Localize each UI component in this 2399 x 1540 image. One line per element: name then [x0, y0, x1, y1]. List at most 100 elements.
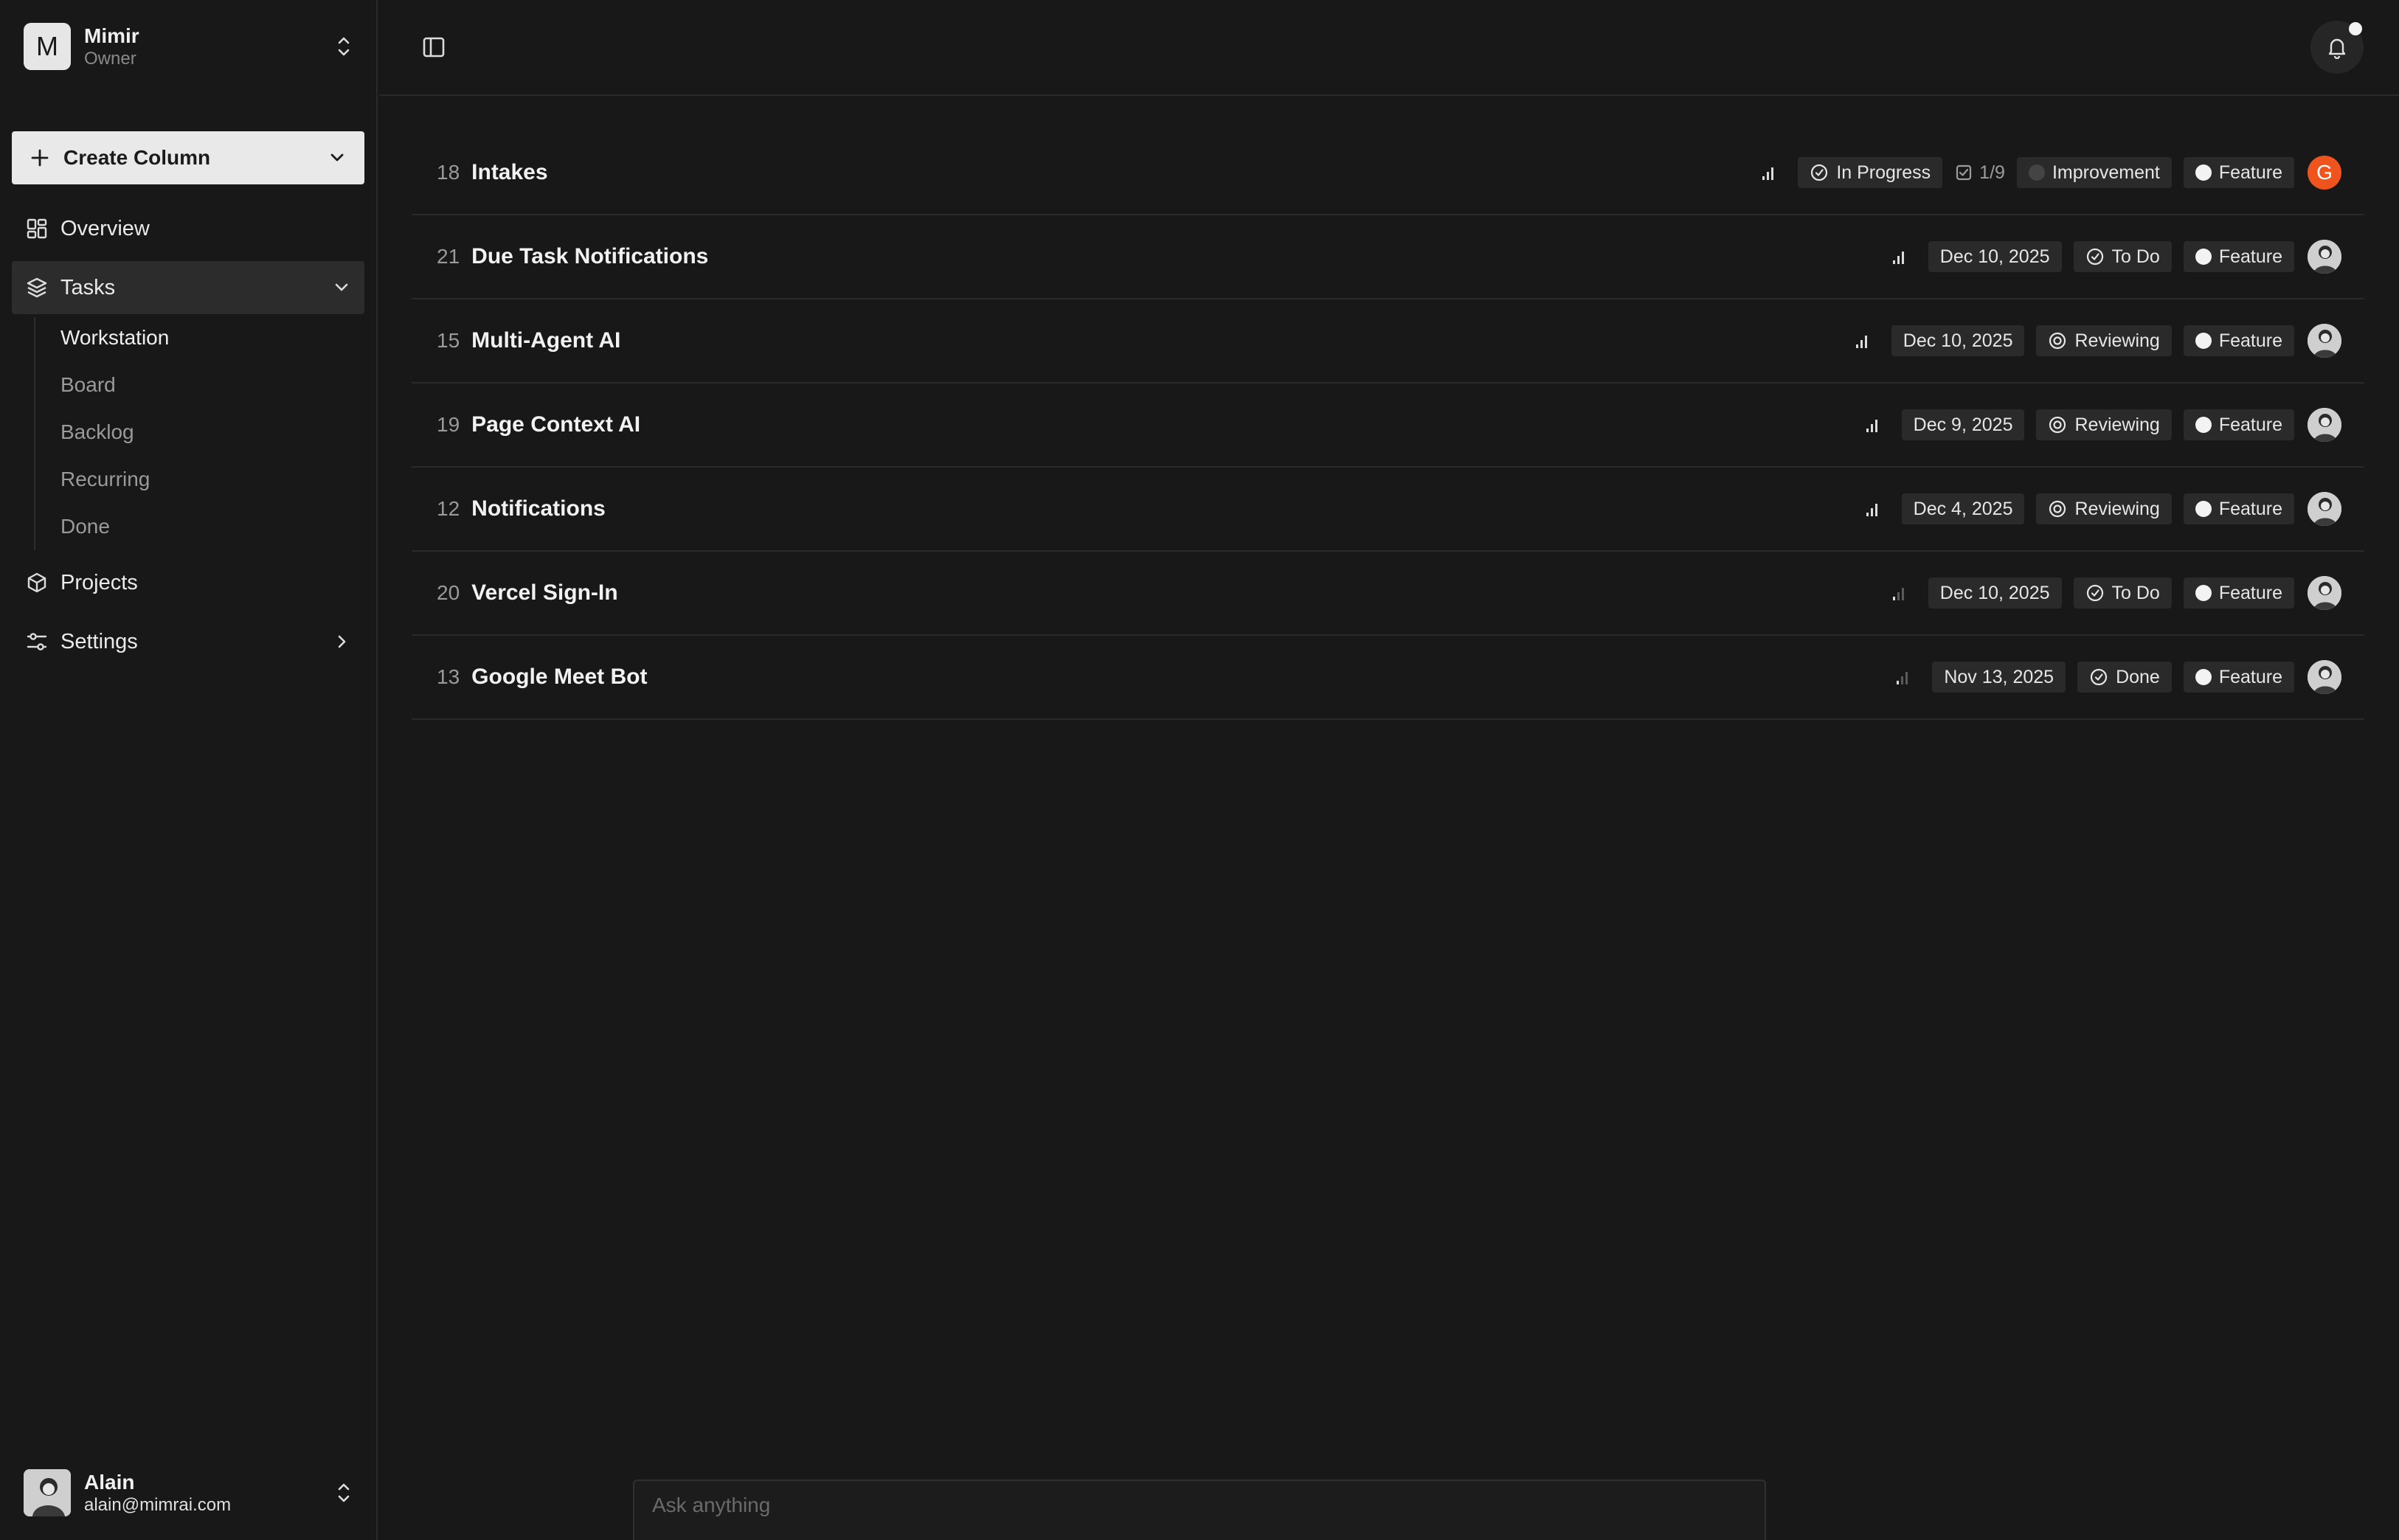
sidebar-subitem-board[interactable]: Board	[60, 367, 116, 403]
create-column-button[interactable]: Create Column	[12, 131, 364, 184]
task-title: Multi-Agent AI	[471, 328, 621, 353]
notifications-button[interactable]	[2310, 21, 2364, 74]
layers-icon	[25, 276, 49, 299]
label-chip[interactable]: Improvement	[2016, 157, 2172, 188]
task-row[interactable]: 21 Due Task Notifications Dec 10, 2025 T…	[412, 215, 2364, 299]
task-row[interactable]: 15 Multi-Agent AI Dec 10, 2025 Reviewing…	[412, 299, 2364, 384]
due-date-chip[interactable]: Dec 9, 2025	[1901, 409, 2025, 440]
priority-low-icon[interactable]	[1897, 670, 1913, 684]
status-label: Done	[2116, 666, 2160, 687]
workspace-logo: M	[24, 23, 71, 70]
top-bar	[379, 0, 2399, 96]
status-chip[interactable]: To Do	[2073, 241, 2172, 272]
sidebar-subitem-recurring[interactable]: Recurring	[60, 461, 150, 498]
sidebar-item-projects[interactable]: Projects	[12, 556, 364, 609]
task-title: Notifications	[471, 496, 606, 521]
status-reviewing-icon	[2048, 499, 2067, 518]
priority-medium-icon[interactable]	[1855, 333, 1872, 348]
due-date-chip[interactable]: Dec 10, 2025	[1928, 578, 2062, 608]
task-row[interactable]: 13 Google Meet Bot Nov 13, 2025 Done Fea…	[412, 636, 2364, 720]
app-root: M Mimir Owner Create Column Overview Tas…	[0, 0, 2399, 1540]
sidebar-item-label: Tasks	[60, 275, 116, 299]
workspace-switcher[interactable]: M Mimir Owner	[24, 22, 354, 71]
due-date-chip[interactable]: Nov 13, 2025	[1932, 662, 2066, 693]
label-chip[interactable]: Feature	[2183, 325, 2294, 356]
sidebar-subitem-backlog[interactable]: Backlog	[60, 414, 134, 451]
task-meta: Dec 10, 2025 To Do Feature	[1892, 240, 2341, 274]
status-reviewing-icon	[2048, 331, 2067, 350]
label-text: Feature	[2218, 582, 2282, 603]
assignee-avatar[interactable]	[2308, 240, 2341, 274]
subtask-count[interactable]: 1/9	[1954, 162, 2005, 184]
status-chip[interactable]: Reviewing	[2036, 493, 2172, 524]
label-text: Feature	[2218, 162, 2282, 183]
label-dot	[2195, 501, 2212, 517]
ask-input[interactable]	[652, 1494, 1747, 1517]
status-chip[interactable]: Reviewing	[2036, 409, 2172, 440]
label-dot	[2028, 164, 2045, 181]
task-number: 12	[437, 497, 460, 520]
priority-medium-icon[interactable]	[1866, 417, 1883, 432]
sidebar-toggle-icon[interactable]	[420, 34, 447, 60]
status-chip[interactable]: Done	[2077, 662, 2172, 693]
assignee-avatar[interactable]	[2308, 324, 2341, 358]
sidebar-subitem-workstation[interactable]: Workstation	[60, 319, 169, 356]
task-list: 18 Intakes In Progress 1/9 Improvement F…	[412, 131, 2364, 720]
label-dot	[2195, 585, 2212, 601]
label-text: Feature	[2218, 666, 2282, 687]
sidebar-subitem-done[interactable]: Done	[60, 508, 110, 545]
status-chip[interactable]: To Do	[2073, 578, 2172, 608]
label-chip[interactable]: Feature	[2183, 662, 2294, 693]
chevron-right-icon	[332, 632, 351, 651]
priority-low-icon[interactable]	[1892, 586, 1909, 600]
box-icon	[25, 571, 49, 594]
task-row[interactable]: 18 Intakes In Progress 1/9 Improvement F…	[412, 131, 2364, 215]
task-meta: Dec 10, 2025 Reviewing Feature	[1855, 324, 2341, 358]
status-todo-icon	[2085, 247, 2105, 266]
due-date-chip[interactable]: Dec 10, 2025	[1928, 241, 2062, 272]
task-row[interactable]: 19 Page Context AI Dec 9, 2025 Reviewing…	[412, 384, 2364, 468]
user-menu[interactable]: Alain alain@mimrai.com	[24, 1468, 354, 1518]
workspace-role: Owner	[84, 49, 136, 69]
label-dot	[2195, 417, 2212, 433]
label-dot	[2195, 164, 2212, 181]
plus-icon	[30, 148, 50, 168]
assignee-avatar[interactable]	[2308, 576, 2341, 610]
task-title: Vercel Sign-In	[471, 580, 618, 605]
label-chip[interactable]: Feature	[2183, 409, 2294, 440]
sidebar-item-label: Settings	[60, 629, 138, 653]
status-done-icon	[2089, 667, 2108, 687]
task-title: Due Task Notifications	[471, 244, 709, 268]
status-in-progress-icon	[1810, 163, 1829, 182]
priority-medium-icon[interactable]	[1866, 502, 1883, 516]
task-title: Intakes	[471, 160, 548, 184]
task-row[interactable]: 12 Notifications Dec 4, 2025 Reviewing F…	[412, 468, 2364, 552]
task-number: 20	[437, 581, 460, 604]
assignee-avatar[interactable]	[2308, 660, 2341, 694]
assignee-avatar[interactable]	[2308, 408, 2341, 442]
priority-medium-icon[interactable]	[1892, 249, 1909, 264]
task-meta: Dec 4, 2025 Reviewing Feature	[1866, 492, 2341, 526]
sidebar-item-overview[interactable]: Overview	[12, 202, 364, 255]
status-chip[interactable]: Reviewing	[2036, 325, 2172, 356]
submenu-guide-line	[34, 317, 35, 550]
status-label: Reviewing	[2074, 330, 2160, 351]
label-chip[interactable]: Feature	[2183, 493, 2294, 524]
due-date-chip[interactable]: Dec 10, 2025	[1891, 325, 2025, 356]
priority-medium-icon[interactable]	[1762, 165, 1779, 180]
sidebar-item-tasks[interactable]: Tasks	[12, 261, 364, 314]
task-meta: In Progress 1/9 Improvement Feature G	[1762, 156, 2341, 190]
assignee-avatar[interactable]: G	[2308, 156, 2341, 190]
status-chip[interactable]: In Progress	[1798, 157, 1943, 188]
label-dot	[2195, 669, 2212, 685]
chevron-down-icon	[332, 278, 351, 297]
label-text: Feature	[2218, 498, 2282, 519]
sidebar-item-settings[interactable]: Settings	[12, 615, 364, 668]
label-chip[interactable]: Feature	[2183, 578, 2294, 608]
label-chip[interactable]: Feature	[2183, 241, 2294, 272]
due-date-chip[interactable]: Dec 4, 2025	[1901, 493, 2025, 524]
create-column-label: Create Column	[63, 146, 211, 169]
label-chip[interactable]: Feature	[2183, 157, 2294, 188]
assignee-avatar[interactable]	[2308, 492, 2341, 526]
task-row[interactable]: 20 Vercel Sign-In Dec 10, 2025 To Do Fea…	[412, 552, 2364, 636]
